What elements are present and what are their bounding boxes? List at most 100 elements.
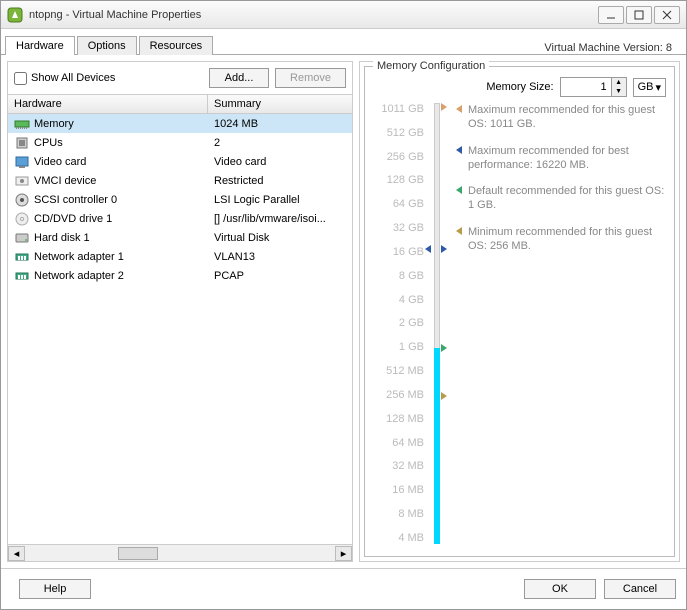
show-all-input[interactable]	[14, 72, 27, 85]
vm-version: Virtual Machine Version: 8	[544, 42, 682, 54]
triangle-icon	[456, 186, 462, 194]
spin-down-icon[interactable]: ▼	[612, 87, 626, 96]
hw-name: Network adapter 2	[34, 270, 208, 282]
nic-icon	[14, 249, 30, 265]
memory-unit-label: GB	[638, 81, 654, 93]
note-text: Minimum recommended for this guest OS: 2…	[468, 225, 666, 254]
hardware-toolbar: Show All Devices Add... Remove	[8, 62, 352, 94]
minimize-button[interactable]	[598, 6, 624, 24]
table-row[interactable]: Memory1024 MB	[8, 114, 352, 133]
spin-up-icon[interactable]: ▲	[612, 78, 626, 87]
window-buttons	[598, 6, 680, 24]
hw-name: Network adapter 1	[34, 251, 208, 263]
col-summary[interactable]: Summary	[208, 95, 352, 113]
hw-name: Hard disk 1	[34, 232, 208, 244]
hw-summary: 1024 MB	[208, 118, 352, 130]
table-row[interactable]: CD/DVD drive 1[] /usr/lib/vmware/isoi...	[8, 209, 352, 228]
show-all-checkbox[interactable]: Show All Devices	[14, 72, 203, 85]
scale-tick: 32 MB	[373, 460, 424, 472]
scale-tick: 2 GB	[373, 317, 424, 329]
app-icon	[7, 7, 23, 23]
hw-summary: Restricted	[208, 175, 352, 187]
memory-bar[interactable]	[428, 103, 446, 544]
scale-tick: 8 GB	[373, 270, 424, 282]
memory-scale: 1011 GB 512 GB 256 GB 128 GB 64 GB 32 GB…	[373, 103, 428, 544]
hw-summary: Virtual Disk	[208, 232, 352, 244]
help-button[interactable]: Help	[19, 579, 91, 599]
note-text: Maximum recommended for best performance…	[468, 144, 666, 173]
note-text: Maximum recommended for this guest OS: 1…	[468, 103, 666, 132]
memory-size-row: Memory Size: ▲ ▼ GB ▾	[373, 77, 666, 97]
cancel-button[interactable]: Cancel	[604, 579, 676, 599]
memory-unit-select[interactable]: GB ▾	[633, 78, 666, 97]
col-hardware[interactable]: Hardware	[8, 95, 208, 113]
scroll-thumb[interactable]	[118, 547, 158, 560]
ok-button[interactable]: OK	[524, 579, 596, 599]
marker-icon	[441, 392, 447, 400]
table-row[interactable]: Hard disk 1Virtual Disk	[8, 228, 352, 247]
video-icon	[14, 154, 30, 170]
triangle-icon	[456, 146, 462, 154]
memory-note: Maximum recommended for best performance…	[456, 144, 666, 173]
scale-tick: 128 MB	[373, 413, 424, 425]
config-panel: Memory Configuration Memory Size: ▲ ▼ GB…	[359, 61, 680, 562]
memory-note: Default recommended for this guest OS: 1…	[456, 184, 666, 213]
memory-fill	[434, 348, 440, 544]
note-text: Default recommended for this guest OS: 1…	[468, 184, 666, 213]
titlebar[interactable]: ntopng - Virtual Machine Properties	[1, 1, 686, 29]
window-title: ntopng - Virtual Machine Properties	[29, 9, 598, 21]
marker-icon	[441, 103, 447, 111]
close-button[interactable]	[654, 6, 680, 24]
marker-icon	[441, 245, 447, 253]
scroll-track[interactable]	[25, 546, 335, 561]
remove-button[interactable]: Remove	[275, 68, 346, 88]
table-row[interactable]: CPUs2	[8, 133, 352, 152]
memory-notes: Maximum recommended for this guest OS: 1…	[446, 103, 666, 544]
scale-tick: 4 GB	[373, 294, 424, 306]
table-row[interactable]: SCSI controller 0LSI Logic Parallel	[8, 190, 352, 209]
scale-tick: 256 MB	[373, 389, 424, 401]
hw-summary: LSI Logic Parallel	[208, 194, 352, 206]
memory-note: Minimum recommended for this guest OS: 2…	[456, 225, 666, 254]
table-row[interactable]: Video cardVideo card	[8, 152, 352, 171]
chevron-down-icon: ▾	[655, 81, 661, 94]
tab-resources[interactable]: Resources	[139, 36, 214, 55]
memory-legend: Memory Configuration	[373, 60, 489, 72]
table-row[interactable]: Network adapter 2PCAP	[8, 266, 352, 285]
disk-icon	[14, 230, 30, 246]
scale-tick: 16 GB	[373, 246, 424, 258]
marker-icon	[425, 245, 431, 253]
hw-summary: PCAP	[208, 270, 352, 282]
scale-tick: 1 GB	[373, 341, 424, 353]
hw-name: Memory	[34, 118, 208, 130]
hw-summary: Video card	[208, 156, 352, 168]
add-button[interactable]: Add...	[209, 68, 269, 88]
hw-name: SCSI controller 0	[34, 194, 208, 206]
scale-tick: 32 GB	[373, 222, 424, 234]
content-area: Show All Devices Add... Remove Hardware …	[1, 55, 686, 568]
dialog-window: ntopng - Virtual Machine Properties Hard…	[0, 0, 687, 610]
memory-config-fieldset: Memory Configuration Memory Size: ▲ ▼ GB…	[364, 66, 675, 557]
list-header: Hardware Summary	[8, 95, 352, 114]
table-row[interactable]: Network adapter 1VLAN13	[8, 247, 352, 266]
scroll-right-icon[interactable]: ▸	[335, 546, 352, 561]
scale-tick: 512 GB	[373, 127, 424, 139]
table-row[interactable]: VMCI deviceRestricted	[8, 171, 352, 190]
scale-tick: 4 MB	[373, 532, 424, 544]
tab-hardware[interactable]: Hardware	[5, 36, 75, 55]
scale-tick: 512 MB	[373, 365, 424, 377]
vmci-icon	[14, 173, 30, 189]
scale-tick: 1011 GB	[373, 103, 424, 115]
cpu-icon	[14, 135, 30, 151]
scroll-left-icon[interactable]: ◂	[8, 546, 25, 561]
memory-size-input[interactable]	[561, 78, 611, 96]
hardware-panel: Show All Devices Add... Remove Hardware …	[7, 61, 353, 562]
memory-icon	[14, 116, 30, 132]
tab-options[interactable]: Options	[77, 36, 137, 55]
hscrollbar[interactable]: ◂ ▸	[8, 544, 352, 561]
memory-size-spinner[interactable]: ▲ ▼	[560, 77, 627, 97]
hw-name: Video card	[34, 156, 208, 168]
maximize-button[interactable]	[626, 6, 652, 24]
triangle-icon	[456, 227, 462, 235]
hw-name: CD/DVD drive 1	[34, 213, 208, 225]
